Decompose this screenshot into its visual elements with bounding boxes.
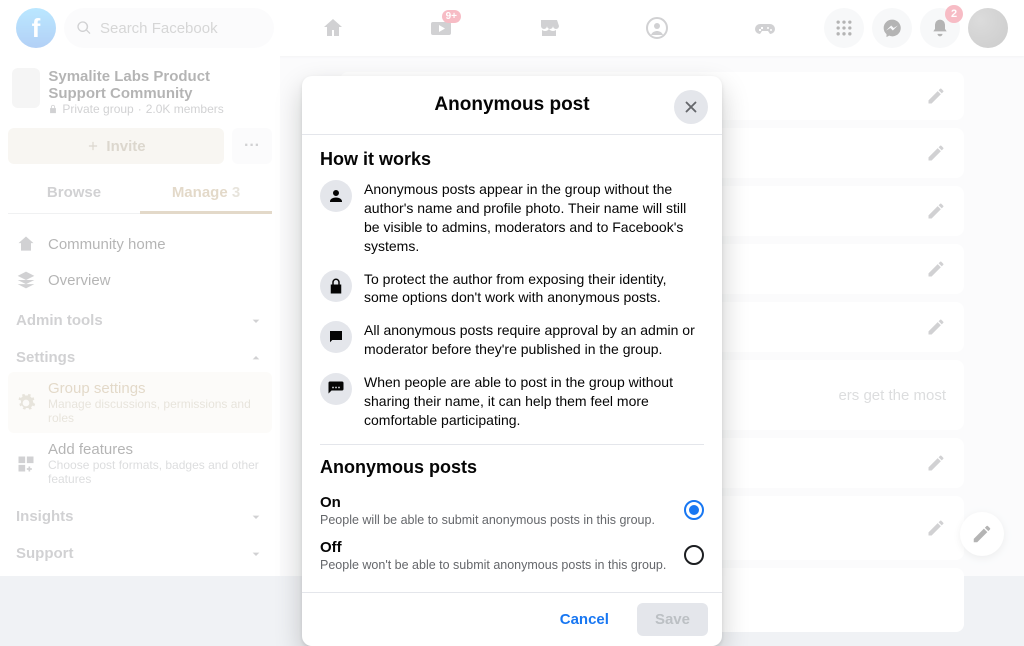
cancel-button[interactable]: Cancel	[542, 603, 627, 636]
speech-icon-wrap	[320, 373, 352, 405]
speech-icon	[327, 380, 345, 398]
radio-on[interactable]	[684, 500, 704, 520]
close-icon	[682, 98, 700, 116]
save-button[interactable]: Save	[637, 603, 708, 636]
info-text: All anonymous posts require approval by …	[364, 321, 704, 359]
modal-body: How it works Anonymous posts appear in t…	[302, 135, 722, 592]
anonymous-post-modal: Anonymous post How it works Anonymous po…	[302, 76, 722, 646]
modal-header: Anonymous post	[302, 76, 722, 135]
close-button[interactable]	[674, 90, 708, 124]
info-text: Anonymous posts appear in the group with…	[364, 180, 704, 256]
option-off[interactable]: Off People won't be able to submit anony…	[320, 533, 704, 578]
chat-icon	[327, 328, 345, 346]
info-text: To protect the author from exposing thei…	[364, 270, 704, 308]
modal-title: Anonymous post	[434, 94, 589, 115]
option-desc: People won't be able to submit anonymous…	[320, 558, 684, 572]
how-it-works-heading: How it works	[320, 149, 704, 170]
info-row-4: When people are able to post in the grou…	[320, 373, 704, 430]
info-row-3: All anonymous posts require approval by …	[320, 321, 704, 359]
info-text: When people are able to post in the grou…	[364, 373, 704, 430]
lock-icon-wrap	[320, 270, 352, 302]
person-icon-wrap	[320, 180, 352, 212]
anonymous-posts-heading: Anonymous posts	[320, 457, 704, 478]
chat-icon-wrap	[320, 321, 352, 353]
radio-off[interactable]	[684, 545, 704, 565]
modal-footer: Cancel Save	[302, 592, 722, 646]
option-title: On	[320, 494, 684, 511]
info-row-1: Anonymous posts appear in the group with…	[320, 180, 704, 256]
info-row-2: To protect the author from exposing thei…	[320, 270, 704, 308]
lock-icon	[327, 277, 345, 295]
option-on[interactable]: On People will be able to submit anonymo…	[320, 488, 704, 533]
option-title: Off	[320, 539, 684, 556]
option-desc: People will be able to submit anonymous …	[320, 513, 684, 527]
person-icon	[327, 187, 345, 205]
divider	[320, 444, 704, 445]
